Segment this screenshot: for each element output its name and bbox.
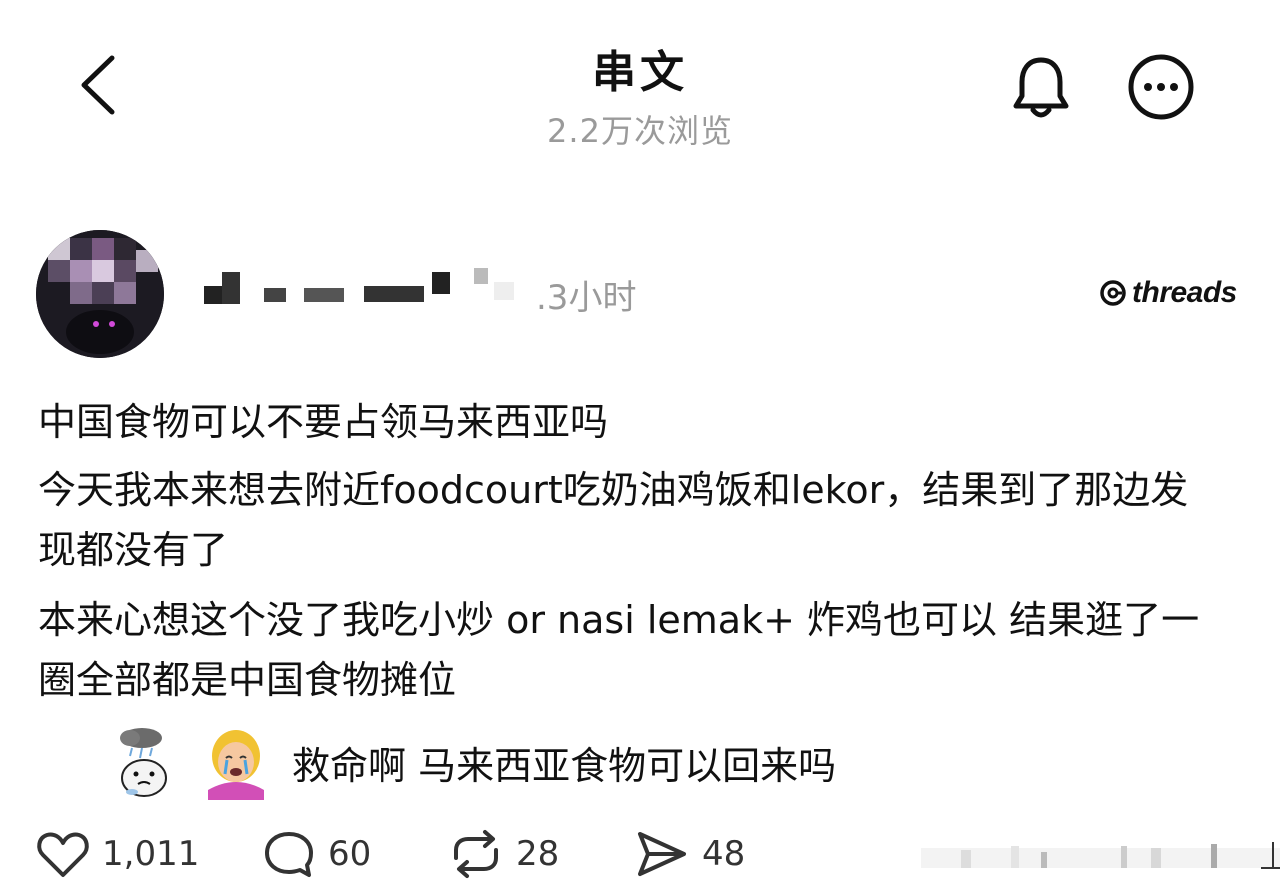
post-line: 本来心想这个没了我吃小炒 or nasi lemak+ 炸鸡也可以 结果逛了一圈… bbox=[38, 598, 1200, 702]
comment-bubble-icon bbox=[265, 832, 313, 877]
threads-wordmark: threads bbox=[1132, 276, 1237, 309]
bell-icon bbox=[1013, 57, 1069, 118]
heart-icon bbox=[37, 832, 89, 877]
crying-seal-sticker-icon bbox=[120, 728, 167, 797]
action-bar: 1,011 60 28 48 bbox=[36, 824, 1280, 884]
repost-button[interactable]: 28 bbox=[448, 824, 559, 884]
post-line: 中国食物可以不要占领马来西亚吗 bbox=[38, 400, 609, 444]
avatar[interactable] bbox=[36, 230, 164, 358]
repost-count: 28 bbox=[516, 834, 560, 874]
post-time: .3小时 bbox=[536, 278, 637, 318]
send-icon bbox=[638, 832, 686, 876]
repost-icon bbox=[454, 830, 498, 878]
like-count: 1,011 bbox=[102, 834, 200, 874]
more-options-button[interactable] bbox=[1126, 52, 1196, 122]
view-count: 2.2万次浏览 bbox=[547, 112, 733, 150]
comment-button[interactable]: 60 bbox=[262, 824, 371, 884]
chevron-left-icon bbox=[81, 55, 115, 115]
notification-button[interactable] bbox=[1008, 52, 1074, 122]
back-button[interactable] bbox=[70, 50, 130, 120]
comment-count: 60 bbox=[328, 834, 372, 874]
top-bar: 串文 2.2万次浏览 bbox=[0, 0, 1280, 160]
threads-icon bbox=[1100, 280, 1126, 306]
share-button[interactable]: 48 bbox=[634, 824, 745, 884]
username-redacted[interactable] bbox=[204, 260, 544, 312]
like-button[interactable]: 1,011 bbox=[36, 824, 199, 884]
page-title: 串文 bbox=[592, 47, 688, 98]
crying-woman-emoji-icon bbox=[208, 730, 264, 800]
more-horizontal-icon bbox=[1128, 54, 1194, 120]
redacted-area bbox=[921, 838, 1280, 874]
threads-logo: threads bbox=[1098, 276, 1237, 310]
emoji-line: 救命啊 马来西亚食物可以回来吗 bbox=[112, 722, 836, 802]
post-line: 今天我本来想去附近foodcourt吃奶油鸡饭和lekor，结果到了那边发现都没… bbox=[38, 468, 1189, 572]
post-body: 中国食物可以不要占领马来西亚吗 今天我本来想去附近foodcourt吃奶油鸡饭和… bbox=[38, 392, 1218, 720]
title-block: 串文 2.2万次浏览 bbox=[440, 36, 840, 152]
share-count: 48 bbox=[702, 834, 746, 874]
emoji-line-text: 救命啊 马来西亚食物可以回来吗 bbox=[292, 743, 837, 788]
author-row: .3小时 threads bbox=[36, 230, 1256, 360]
